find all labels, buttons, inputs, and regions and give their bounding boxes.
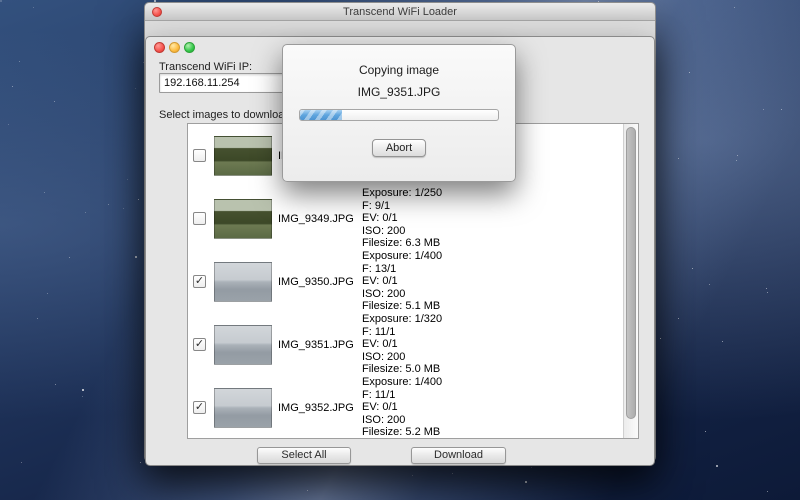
image-checkbox[interactable] <box>193 149 206 162</box>
window-titlebar[interactable]: Transcend WiFi Loader <box>145 3 655 21</box>
download-button[interactable]: Download <box>411 447 506 464</box>
image-filename: IMG_9352.JPG <box>278 402 354 414</box>
image-filename: IMG_9349.JPG <box>278 213 354 225</box>
image-filename: IMG_9350.JPG <box>278 276 354 288</box>
image-exif-details: Exposure: 1/320F: 11/1EV: 0/1ISO: 200Fil… <box>362 313 442 376</box>
image-thumbnail <box>214 325 272 365</box>
progress-bar <box>299 109 499 121</box>
dialog-filename: IMG_9351.JPG <box>283 85 515 99</box>
progress-bar-fill <box>300 110 342 120</box>
image-thumbnail <box>214 199 272 239</box>
image-thumbnail <box>214 136 272 176</box>
scrollbar-track[interactable] <box>623 124 638 438</box>
image-checkbox[interactable]: ✓ <box>193 401 206 414</box>
image-row: ✓ IMG_9350.JPG Exposure: 1/400F: 13/1EV:… <box>188 250 623 313</box>
wifi-ip-label: Transcend WiFi IP: <box>159 61 252 73</box>
copy-progress-dialog: Copying image IMG_9351.JPG Abort <box>282 44 516 182</box>
minimize-button[interactable] <box>169 42 180 53</box>
image-thumbnail <box>214 262 272 302</box>
image-filename: IMG_9351.JPG <box>278 339 354 351</box>
scrollbar-thumb[interactable] <box>626 127 636 419</box>
image-exif-details: Exposure: 1/400F: 11/1EV: 0/1ISO: 200Fil… <box>362 376 442 439</box>
image-checkbox[interactable]: ✓ <box>193 338 206 351</box>
close-button[interactable] <box>154 42 165 53</box>
select-all-button[interactable]: Select All <box>257 447 351 464</box>
wifi-ip-input[interactable] <box>159 73 285 93</box>
image-checkbox[interactable] <box>193 212 206 225</box>
abort-button[interactable]: Abort <box>372 139 426 157</box>
image-exif-details: Exposure: 1/250F: 9/1EV: 0/1ISO: 200File… <box>362 187 442 250</box>
image-row: IMG_9349.JPG Exposure: 1/250F: 9/1EV: 0/… <box>188 187 623 250</box>
dialog-title: Copying image <box>283 63 515 77</box>
image-exif-details: Exposure: 1/400F: 13/1EV: 0/1ISO: 200Fil… <box>362 250 442 313</box>
image-thumbnail <box>214 388 272 428</box>
select-images-label: Select images to download: <box>159 109 294 121</box>
image-row: ✓ IMG_9352.JPG Exposure: 1/400F: 11/1EV:… <box>188 376 623 439</box>
window-controls <box>154 41 214 55</box>
zoom-button[interactable] <box>184 42 195 53</box>
desktop-wallpaper: Transcend WiFi Loader Transcend WiFi IP:… <box>0 0 800 500</box>
window-title: Transcend WiFi Loader <box>145 6 655 18</box>
image-checkbox[interactable]: ✓ <box>193 275 206 288</box>
image-row: ✓ IMG_9351.JPG Exposure: 1/320F: 11/1EV:… <box>188 313 623 376</box>
